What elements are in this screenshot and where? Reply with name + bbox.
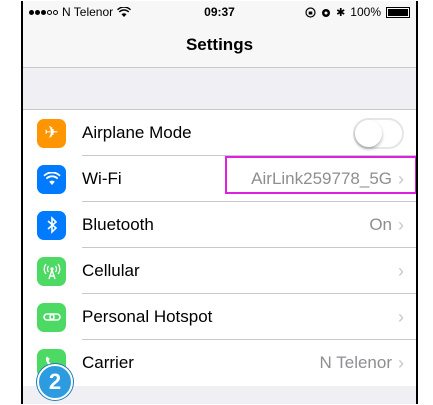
toggle-knob [355, 119, 382, 147]
hotspot-icon [37, 302, 66, 332]
wifi-highlight-box [225, 156, 416, 194]
row-label: Bluetooth [82, 215, 154, 234]
settings-list: ✈ Airplane Mode Wi-Fi AirLink259778_5G › [23, 109, 416, 386]
page-title: Settings [185, 35, 254, 54]
chevron-right-icon: › [398, 306, 404, 327]
chevron-right-icon: › [398, 214, 404, 235]
airplane-mode-row[interactable]: ✈ Airplane Mode [23, 110, 416, 156]
bluetooth-status-icon: ✱ [336, 6, 346, 19]
alarm-icon [322, 8, 331, 17]
chevron-right-icon: › [398, 260, 404, 281]
personal-hotspot-row[interactable]: Personal Hotspot › [23, 294, 416, 340]
battery-icon [386, 6, 410, 18]
airplane-icon: ✈ [37, 118, 66, 148]
row-label: Airplane Mode [82, 123, 192, 142]
row-label: Personal Hotspot [82, 307, 213, 326]
chevron-right-icon: › [398, 352, 404, 373]
navigation-bar: Settings [23, 23, 416, 68]
bluetooth-row[interactable]: Bluetooth On › [23, 202, 416, 248]
status-bar: N Telenor 09:37 ✱ 100% [23, 1, 416, 23]
phone-screen: N Telenor 09:37 ✱ 100% Settings ✈ Airpla… [21, 1, 418, 404]
cellular-row[interactable]: Cellular › [23, 248, 416, 294]
status-right: ✱ 100% [305, 5, 410, 19]
carrier-row[interactable]: Carrier N Telenor › [23, 340, 416, 386]
carrier-value: N Telenor [319, 353, 392, 372]
step-number-badge: 2 [37, 364, 73, 400]
airplane-mode-toggle[interactable] [353, 117, 404, 149]
battery-percentage: 100% [350, 5, 381, 19]
wifi-icon [37, 164, 66, 194]
row-label: Cellular [82, 261, 140, 280]
rotation-lock-icon [305, 6, 316, 18]
bluetooth-status: On [369, 215, 392, 234]
bluetooth-icon [37, 210, 66, 240]
cellular-icon [37, 256, 66, 286]
row-label: Carrier [82, 353, 134, 372]
